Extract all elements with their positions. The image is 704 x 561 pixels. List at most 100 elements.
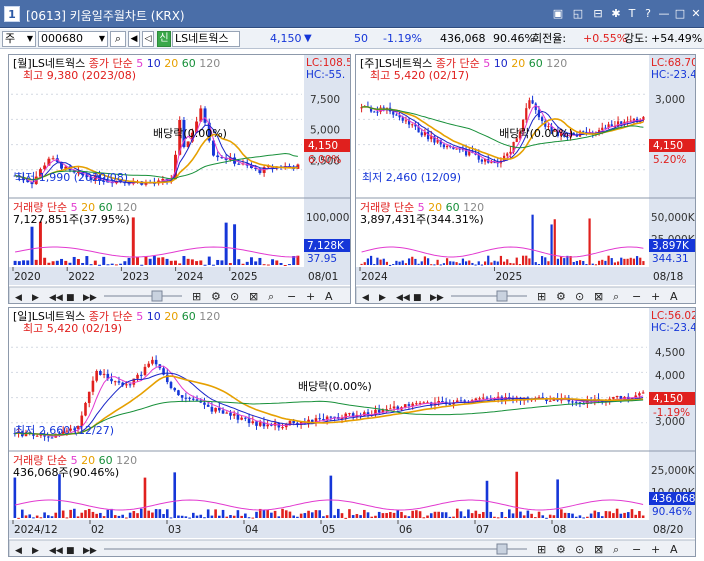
daily-x-label: 06 [399,524,413,536]
daily-volume-bar [91,511,95,518]
search-icon[interactable]: ⌕ [110,31,126,47]
weekly-grid-icon: ⊞ [537,290,546,303]
daily-chart-canvas[interactable]: [일]LS네트웍스 종가 단순 5 10 20 60 120 최고 5,420 … [9,308,696,557]
daily-low-note: 최저 2,660 (12/27) [15,424,114,437]
daily-volume-bar [143,477,147,518]
monthly-volume-bar [127,257,131,265]
daily-zoom-in-icon: + [651,543,660,556]
monthly-chart-panel[interactable]: [월]LS네트웍스 종가 단순 5 10 20 60 120 최고 9,380 … [8,54,351,304]
monthly-volume-bar [60,258,64,265]
speaker-icon[interactable]: ◀ [128,31,140,47]
pin-icon[interactable]: ✱ [608,6,624,22]
daily-volume-bar [102,516,106,518]
weekly-ma-period-60: 60 [529,57,547,70]
daily-volume-bar [363,509,366,518]
daily-chart-panel[interactable]: [일]LS네트웍스 종가 단순 5 10 20 60 120 최고 5,420 … [8,307,696,557]
monthly-volume-bar [186,258,190,265]
daily-volume-bar [225,516,229,518]
weekly-volume-bar [639,257,642,265]
daily-candle-body [154,359,158,365]
daily-volume-bar [377,511,381,518]
weekly-high-note: 최고 5,420 (02/17) [370,69,469,82]
weekly-volume-bar [392,264,395,266]
window-restore-icon[interactable]: ◱ [570,6,586,22]
monthly-volume-bar [271,259,275,265]
weekly-candle-body [445,145,449,148]
daily-volume-bar [567,513,571,518]
weekly-volume-bar [642,261,645,265]
text-icon[interactable]: T [624,6,640,22]
weekly-low-note: 최저 2,460 (12/09) [362,171,461,184]
weekly-candle-body [506,153,509,156]
weekly-volume-bar [468,260,471,265]
daily-volume-bar [113,515,117,518]
daily-candle-body [548,400,552,402]
daily-candle-body [180,395,184,398]
daily-volume-bar [545,517,548,519]
daily-header: [일]LS네트웍스 종가 단순 5 10 20 60 120 [13,309,220,323]
close-icon[interactable]: ✕ [688,6,704,22]
minimize-icon[interactable]: — [656,6,672,22]
daily-volume-bar [251,517,255,519]
weekly-chart-panel[interactable]: [주]LS네트웍스 종가 단순 5 10 20 60 120 최고 5,420 … [355,54,696,304]
daily-candle-body [288,420,292,424]
monthly-volume-bar [216,259,220,265]
weekly-date-tag: 08/18 [653,271,683,283]
window-group-icon[interactable]: ⊟ [590,6,606,22]
weekly-volume-bar [572,261,575,265]
daily-candle-body [638,393,641,396]
daily-volume-bar [455,508,459,518]
daily-x-axis-area [9,520,695,538]
monthly-volume-bar [283,264,287,266]
weekly-zoom-icon: ⌕ [613,290,619,303]
daily-volume-bar [206,509,210,518]
daily-volume-bar [232,515,236,518]
weekly-stop-icon: ■ [413,293,422,303]
weekly-volume-bar [515,257,518,265]
stock-code-input[interactable]: 000680 ▼ [38,31,108,47]
daily-candle-body [292,420,295,423]
title-bar: 1 [0613] 키움일주월차트 (KRX) ▣ ◱ ⊟ ✱ T ? — □ ✕ [0,0,704,28]
daily-volume-bar [441,512,444,518]
monthly-volume-bar [85,256,89,265]
help-icon[interactable]: ? [640,6,656,22]
weekly-volume-bar [388,264,392,266]
monthly-first-icon: ◀◀ [49,293,63,303]
daily-volume-bar [180,515,184,518]
monthly-chart-canvas[interactable]: [월]LS네트웍스 종가 단순 5 10 20 60 120 최고 9,380 … [9,55,351,304]
daily-volume-bar [600,516,604,518]
maximize-icon[interactable]: □ [672,6,688,22]
daily-volume-bar [214,509,217,518]
weekly-chart-canvas[interactable]: [주]LS네트웍스 종가 단순 5 10 20 60 120 최고 5,420 … [356,55,696,304]
monthly-x-label: 2020 [14,271,41,283]
daily-candle-body [87,391,91,403]
daily-volume-bar [374,515,377,518]
weekly-volume-bar [499,255,503,265]
daily-volume-bar [537,511,541,518]
daily-volume-tag: 436,068 [652,493,695,505]
daily-text-size-icon: A [670,543,678,556]
daily-volume-bar [448,516,452,518]
daily-volume-bar [389,512,392,518]
weekly-volume-bar [363,262,366,265]
weekly-volume-bar [464,261,468,265]
daily-scroll-thumb [496,543,508,555]
monthly-ma-period-60: 60 [182,57,200,70]
weekly-volume-bar [426,258,430,265]
weekly-volume-bar [588,218,591,265]
weekly-volume-bar [401,260,404,265]
daily-candle-body [244,417,247,419]
daily-volume-bar [203,517,206,519]
prev-stock-icon[interactable]: ◁ [142,31,154,47]
weekly-volume-bar [423,256,427,265]
weekly-volume-tick: 50,000K [651,212,696,224]
daily-settings-icon: ⚙ [556,543,566,556]
market-select[interactable]: 주 ▼ [2,31,36,47]
monthly-ma-period-10: 10 [147,57,165,70]
weekly-ma-period-10: 10 [494,57,512,70]
daily-volume-bar [515,471,519,518]
daily-candle-body [448,404,452,406]
window-link-icon[interactable]: ▣ [550,6,566,22]
daily-volume-bar [355,514,359,518]
daily-volume-bar [162,514,165,518]
